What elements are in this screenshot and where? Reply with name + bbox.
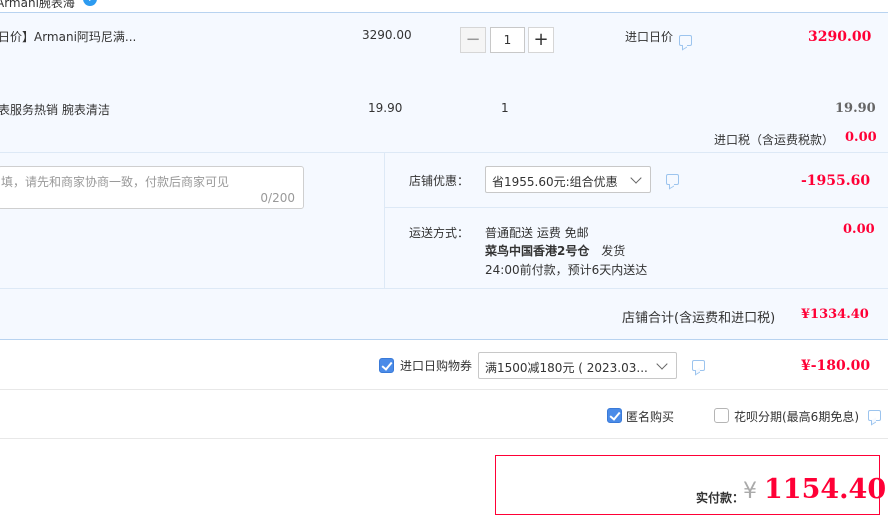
huabei-checkbox[interactable] <box>714 408 729 423</box>
chevron-down-icon <box>630 172 642 184</box>
help-icon[interactable]: ? <box>83 0 97 6</box>
import-tax-label: 进口税（含运费税款） <box>714 133 835 147</box>
message-placeholder: 填，请先和商家协商一致，付款后商家可见 <box>1 175 230 189</box>
store-discount-value: 省1955.60元:组合优惠 <box>492 175 618 189</box>
delivery-estimate: 24:00前付款，预计6天内送达 <box>485 263 648 277</box>
coupon-label: 进口日购物券 <box>400 359 473 373</box>
chat-icon[interactable] <box>868 410 881 421</box>
item-name[interactable]: 表服务热销 腕表清洁 <box>0 101 110 118</box>
coupon-select[interactable]: 满1500减180元 ( 2023.03... <box>478 352 677 379</box>
store-discount-select[interactable]: 省1955.60元:组合优惠 <box>485 166 651 193</box>
payment-label: 实付款： <box>696 491 745 505</box>
store-discount-label: 店铺优惠： <box>409 174 470 188</box>
store-total-amount: ¥1334.40 <box>801 307 869 322</box>
anonymous-checkbox[interactable] <box>607 408 622 423</box>
item-price-tag: 进口日价 <box>625 30 674 44</box>
buyer-message-input[interactable]: 填，请先和商家协商一致，付款后商家可见 0/200 <box>0 166 304 209</box>
payment-summary: 实付款： ¥ 1154.40 <box>495 455 886 515</box>
ship-out-text: 发货 <box>601 244 626 258</box>
store-discount-amount: -1955.60 <box>801 173 871 189</box>
currency-symbol: ¥ <box>743 479 757 504</box>
divider <box>0 288 888 289</box>
item-subtotal: 3290.00 <box>808 29 872 45</box>
coupon-amount: ¥-180.00 <box>801 358 871 374</box>
import-tax-amount: 0.00 <box>845 130 877 145</box>
item-unit-price: 3290.00 <box>362 28 412 42</box>
item-name[interactable]: 日价】Armani阿玛尼满... <box>0 28 136 45</box>
coupon-value: 满1500减180元 ( 2023.03... <box>485 361 648 375</box>
item-subtotal: 19.90 <box>835 101 876 116</box>
shipping-amount: 0.00 <box>843 222 875 237</box>
item-qty: 1 <box>501 101 509 115</box>
chevron-down-icon <box>656 358 668 370</box>
shipping-origin: 菜鸟中国香港2号仓 发货 <box>485 242 625 259</box>
divider <box>0 389 888 390</box>
anonymous-label: 匿名购买 <box>626 410 675 424</box>
qty-minus-button[interactable]: − <box>460 27 486 53</box>
qty-input[interactable]: 1 <box>490 27 525 53</box>
shipping-label: 运送方式： <box>409 226 470 240</box>
message-char-count: 0/200 <box>260 191 295 205</box>
divider <box>0 152 888 153</box>
store-total-label: 店铺合计(含运费和进口税) <box>622 311 776 326</box>
qty-plus-button[interactable]: + <box>528 27 554 53</box>
warehouse-name: 菜鸟中国香港2号仓 <box>485 244 590 258</box>
divider <box>384 153 385 288</box>
chat-icon[interactable] <box>679 35 692 46</box>
coupon-checkbox[interactable] <box>379 358 394 373</box>
chat-icon[interactable] <box>692 360 705 371</box>
item-unit-price: 19.90 <box>368 101 403 115</box>
shipping-method: 普通配送 运费 免邮 <box>485 226 589 240</box>
divider <box>385 207 888 208</box>
divider <box>0 339 888 340</box>
payment-amount: 1154.40 <box>764 474 887 505</box>
store-name[interactable]: Armani腕表海 <box>0 0 75 11</box>
divider <box>0 438 888 439</box>
chat-icon[interactable] <box>666 174 679 185</box>
huabei-label: 花呗分期(最高6期免息) <box>734 410 859 424</box>
